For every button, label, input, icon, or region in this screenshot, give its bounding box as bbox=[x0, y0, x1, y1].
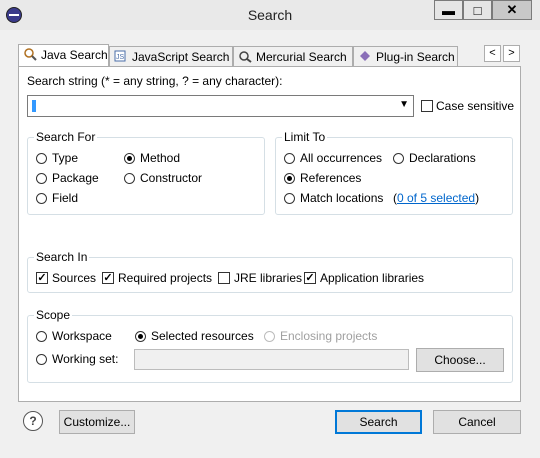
all-occurrences-radio[interactable] bbox=[284, 153, 295, 164]
package-radio[interactable] bbox=[36, 173, 47, 184]
case-sensitive-checkbox[interactable] bbox=[421, 100, 433, 112]
plugin-search-icon bbox=[360, 51, 370, 61]
tab-java-search[interactable]: Java Search bbox=[18, 44, 109, 67]
type-radio[interactable] bbox=[36, 153, 47, 164]
method-radio[interactable] bbox=[124, 153, 135, 164]
working-set-radio[interactable] bbox=[36, 354, 47, 365]
enclosing-projects-radio bbox=[264, 331, 275, 342]
working-set-field bbox=[134, 349, 409, 370]
sources-label: Sources bbox=[52, 271, 97, 285]
required-projects-checkbox[interactable]: ✓ bbox=[102, 272, 114, 284]
search-in-title: Search In bbox=[34, 250, 90, 264]
dialog-client: Java Search JS JavaScript Search Mercuria… bbox=[8, 31, 532, 451]
all-occurrences-label: All occurrences bbox=[300, 151, 383, 165]
minimize-button[interactable]: ▬ bbox=[434, 0, 463, 20]
enclosing-projects-label: Enclosing projects bbox=[280, 329, 378, 343]
close-button[interactable]: ✕ bbox=[492, 0, 532, 20]
type-label: Type bbox=[52, 151, 79, 165]
jre-libraries-checkbox[interactable] bbox=[218, 272, 230, 284]
selected-resources-radio[interactable] bbox=[135, 331, 146, 342]
tab-label: Java Search bbox=[41, 48, 108, 62]
title-bar: Search ▬ □ ✕ bbox=[0, 0, 540, 30]
search-in-group: Search In ✓ Sources ✓ Required projects … bbox=[27, 250, 513, 293]
match-locations-radio[interactable] bbox=[284, 193, 295, 204]
application-libraries-checkbox[interactable]: ✓ bbox=[304, 272, 316, 284]
tab-plugin-search[interactable]: Plug-in Search bbox=[353, 46, 458, 66]
match-locations-selection: (0 of 5 selected) bbox=[393, 191, 479, 205]
text-cursor bbox=[32, 100, 36, 112]
java-search-icon bbox=[24, 48, 37, 61]
field-label: Field bbox=[52, 191, 79, 205]
javascript-search-icon: JS bbox=[114, 50, 126, 62]
workspace-radio[interactable] bbox=[36, 331, 47, 342]
working-set-label: Working set: bbox=[52, 352, 119, 366]
scope-group: Scope Workspace Selected resources Enclo… bbox=[27, 308, 513, 383]
paren-close: ) bbox=[475, 191, 480, 205]
constructor-radio[interactable] bbox=[124, 173, 135, 184]
declarations-radio[interactable] bbox=[393, 153, 404, 164]
jre-libraries-label: JRE libraries bbox=[234, 271, 303, 285]
required-projects-label: Required projects bbox=[118, 271, 213, 285]
tab-javascript-search[interactable]: JS JavaScript Search bbox=[109, 46, 233, 66]
sources-checkbox[interactable]: ✓ bbox=[36, 272, 48, 284]
customize-button[interactable]: Customize... bbox=[59, 410, 135, 434]
application-libraries-label: Application libraries bbox=[320, 271, 425, 285]
workspace-label: Workspace bbox=[52, 329, 112, 343]
svg-text:JS: JS bbox=[116, 54, 125, 61]
method-label: Method bbox=[140, 151, 181, 165]
case-sensitive-label: Case sensitive bbox=[436, 99, 515, 113]
help-icon[interactable]: ? bbox=[23, 411, 43, 431]
selected-resources-label: Selected resources bbox=[151, 329, 254, 343]
search-for-group: Search For Type Package Field Method Con… bbox=[27, 130, 265, 215]
tab-label: Mercurial Search bbox=[256, 50, 347, 64]
mercurial-search-icon bbox=[239, 51, 252, 63]
scope-title: Scope bbox=[34, 308, 73, 322]
search-string-input[interactable]: ▼ bbox=[27, 95, 414, 117]
search-string-label: Search string (* = any string, ? = any c… bbox=[27, 74, 283, 88]
declarations-label: Declarations bbox=[409, 151, 476, 165]
choose-button[interactable]: Choose... bbox=[416, 348, 504, 372]
tab-scroll-right-button[interactable]: > bbox=[503, 45, 520, 62]
tab-mercurial-search[interactable]: Mercurial Search bbox=[233, 46, 353, 66]
chevron-down-icon[interactable]: ▼ bbox=[399, 99, 409, 110]
tab-label: JavaScript Search bbox=[132, 50, 230, 64]
search-for-title: Search For bbox=[34, 130, 98, 144]
references-label: References bbox=[300, 171, 362, 185]
constructor-label: Constructor bbox=[140, 171, 203, 185]
maximize-button[interactable]: □ bbox=[463, 0, 492, 20]
java-search-panel: Search string (* = any string, ? = any c… bbox=[18, 66, 521, 402]
limit-to-title: Limit To bbox=[282, 130, 328, 144]
field-radio[interactable] bbox=[36, 193, 47, 204]
package-label: Package bbox=[52, 171, 99, 185]
match-locations-label: Match locations bbox=[300, 191, 384, 205]
search-button[interactable]: Search bbox=[335, 410, 422, 434]
references-radio[interactable] bbox=[284, 173, 295, 184]
match-locations-link[interactable]: 0 of 5 selected bbox=[397, 191, 475, 205]
tab-scroll-left-button[interactable]: < bbox=[484, 45, 501, 62]
limit-to-group: Limit To All occurrences References Matc… bbox=[275, 130, 513, 215]
tab-label: Plug-in Search bbox=[376, 50, 455, 64]
cancel-button[interactable]: Cancel bbox=[433, 410, 521, 434]
